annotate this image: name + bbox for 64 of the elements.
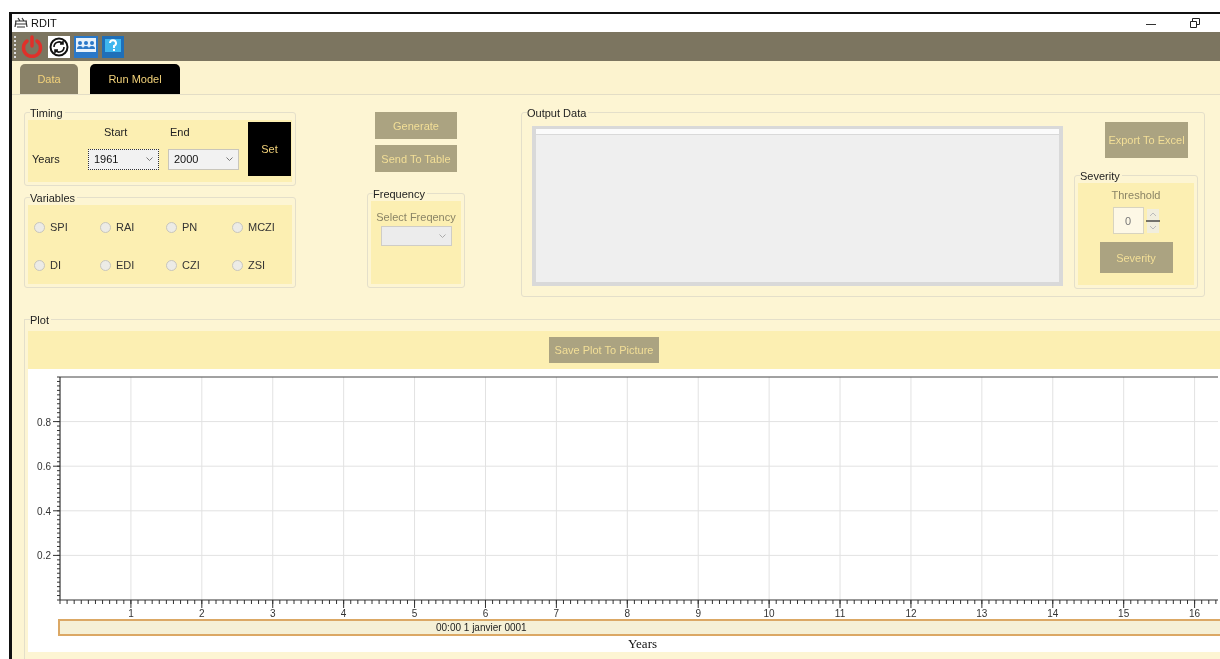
group-title: Timing [30,106,65,121]
threshold-field[interactable]: 0 [1112,207,1144,235]
axis-tick-label: 16 [1189,608,1201,617]
window-title: RDIT [31,17,57,30]
axis-tick-label: 0.4 [37,505,51,517]
radio-option[interactable]: ZSI [232,259,298,272]
radio-button[interactable] [232,259,243,271]
axis-tick-label: 6 [482,608,489,617]
radio-button[interactable] [100,221,111,233]
axis-tick-label: 5 [411,608,418,617]
column-label: End [169,126,191,139]
axis-tick-label: 0.6 [37,461,51,473]
axis-tick-label: 7 [553,608,560,617]
group-title: Severity [1080,169,1122,184]
group-title: Frequency [373,187,427,202]
radio-option[interactable]: SPI [34,221,100,234]
spinner-arrows-icon[interactable] [1145,207,1160,234]
radio-button[interactable] [166,221,177,233]
group-title: Plot [30,313,51,327]
axis-tick-label: 13 [976,608,988,617]
chevron-icon [226,157,233,162]
axis-tick-label: 12 [905,608,917,617]
radio-option[interactable]: MCZI [232,221,298,234]
field-label: Select Freqency [376,211,456,224]
axis-tick-label: 9 [695,608,701,617]
end-year-dropdown[interactable]: 2000 [168,148,239,170]
set-button[interactable]: Set [248,122,291,177]
radio-option[interactable]: EDI [100,259,166,272]
radio-button[interactable] [34,221,45,233]
users-icon[interactable] [74,35,98,58]
row-label: Years [32,153,61,166]
radio-button[interactable] [100,259,111,271]
axis-tick-label: 11 [834,608,846,617]
radio-button[interactable] [34,259,45,271]
axis-tick-label: 2 [199,608,205,617]
axis-tick-label: 1 [128,608,134,617]
restore-icon[interactable] [1190,18,1200,29]
radio-button[interactable] [166,259,177,271]
radio-button[interactable] [232,221,243,233]
axis-title: Years [627,636,658,652]
axis-tick-label: 3 [269,608,276,617]
column-label: Start [103,126,129,139]
radio-option[interactable]: DI [34,259,100,272]
start-year-dropdown[interactable]: 1961 [88,148,159,170]
date-range-bar[interactable]: 00:00 1 janvier 0001 [58,619,1220,636]
axis-tick-label: 10 [763,608,775,617]
chevron-icon [438,234,446,239]
axis-tick-label: 0.8 [37,416,51,428]
refresh-icon[interactable] [48,35,70,58]
help-icon[interactable] [102,35,124,58]
radio-option[interactable]: RAI [100,221,166,234]
output-table[interactable] [532,126,1063,287]
field-label: Threshold [1111,189,1161,202]
app-icon [14,17,28,30]
axis-tick-label: 8 [624,608,631,617]
axis-tick-label: 14 [1047,608,1059,617]
axis-tick-label: 0.2 [37,550,51,562]
group-title: Output Data [527,106,589,121]
radio-option[interactable]: CZI [166,259,232,272]
axis-tick-label: 4 [340,608,347,617]
tab[interactable]: Run Model [90,64,180,95]
axis-tick-label: 15 [1118,608,1130,617]
chevron-icon [146,157,153,162]
radio-option[interactable]: PN [166,221,232,234]
